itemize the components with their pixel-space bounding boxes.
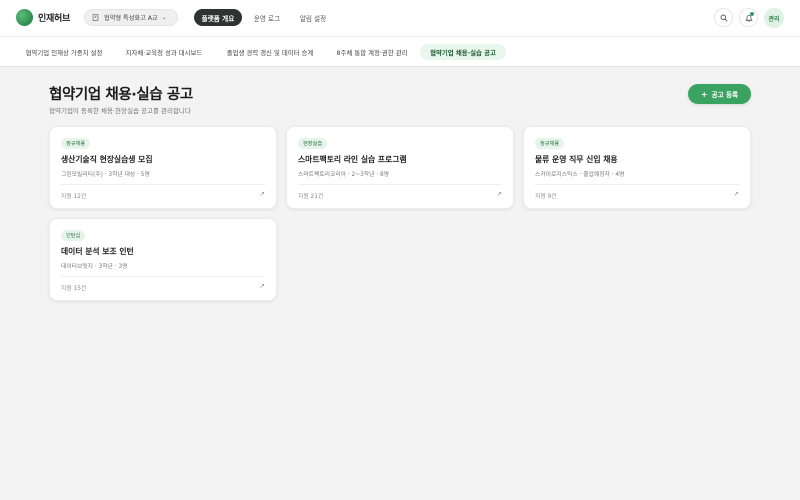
- school-select[interactable]: 협약형 특성화고 A교 ⌄: [84, 9, 178, 26]
- posting-title: 물류 운영 직무 신입 채용: [535, 155, 618, 164]
- search-icon: [720, 14, 728, 22]
- tab-graduate-career[interactable]: 졸업생 경력 갱신 및 데이터 승계: [218, 44, 322, 60]
- posting-card[interactable]: 인턴십 데이터 분석 보조 인턴 데이터브릿지 · 3학년 · 3명 지원 15…: [49, 218, 277, 301]
- plus-icon: +: [700, 89, 708, 99]
- nav-platform-overview[interactable]: 플랫폼 개요: [194, 9, 242, 26]
- add-posting-label: 공고 등록: [711, 91, 739, 99]
- tab-performance-dashboard[interactable]: 지자체·교육청 성과 대시보드: [118, 44, 210, 60]
- top-bar: 인재허브 협약형 특성화고 A교 ⌄ 플랫폼 개요 운영 로그 알림 설정 관리: [0, 0, 800, 36]
- posting-meta: 데이터브릿지 · 3학년 · 3명: [61, 264, 128, 270]
- school-select-value: 협약형 특성화고 A교: [104, 15, 158, 22]
- posting-type-badge: 인턴십: [61, 230, 86, 241]
- posting-type-badge: 현장실습: [298, 138, 328, 149]
- posting-title: 데이터 분석 보조 인턴: [61, 247, 134, 256]
- search-button[interactable]: [714, 8, 733, 27]
- posting-card[interactable]: 정규채용 물류 운영 직무 신입 채용 스카이로지스틱스 · 졸업예정자 · 4…: [523, 126, 751, 209]
- arrow-up-right-icon[interactable]: ↗: [734, 190, 739, 198]
- arrow-up-right-icon[interactable]: ↗: [260, 282, 265, 290]
- brand-logo-icon: [16, 9, 33, 26]
- posting-card[interactable]: 현장실습 스마트팩토리 라인 실습 프로그램 스마트팩토리코리아 · 2~3학년…: [286, 126, 514, 209]
- posting-type-badge: 정규채용: [535, 138, 565, 149]
- posting-meta: 스카이로지스틱스 · 졸업예정자 · 4명: [535, 172, 625, 178]
- applicant-count: 지원 9건: [535, 194, 557, 200]
- brand-name: 인재허브: [38, 14, 70, 24]
- page-subtitle: 협약기업이 등록한 채용·현장실습 공고를 관리합니다: [49, 107, 191, 115]
- notifications-button[interactable]: [739, 8, 758, 27]
- tab-account-permissions[interactable]: 8주체 통합 계정·권한 관리: [330, 44, 414, 60]
- nav-operation-log[interactable]: 운영 로그: [246, 9, 288, 26]
- page-title: 협약기업 채용·실습 공고: [49, 87, 193, 103]
- tab-job-postings[interactable]: 협약기업 채용·실습 공고: [420, 44, 506, 60]
- chevron-down-icon: ⌄: [161, 14, 167, 21]
- notification-dot: [750, 12, 754, 16]
- card-divider: [298, 184, 502, 185]
- applicant-count: 지원 12건: [61, 194, 87, 200]
- card-divider: [61, 276, 265, 277]
- posting-title: 스마트팩토리 라인 실습 프로그램: [298, 155, 407, 164]
- card-divider: [535, 184, 739, 185]
- sub-tabs: 협약기업 인재상 가중치 설정 지자체·교육청 성과 대시보드 졸업생 경력 갱…: [0, 36, 800, 67]
- tab-company-weighting[interactable]: 협약기업 인재상 가중치 설정: [16, 44, 112, 60]
- posting-title: 생산기술직 현장실습생 모집: [61, 155, 153, 164]
- nav-notification-settings[interactable]: 알림 설정: [292, 9, 334, 26]
- posting-meta: 그린모빌리티(주) · 3학년 대상 · 5명: [61, 172, 150, 178]
- posting-card[interactable]: 정규채용 생산기술직 현장실습생 모집 그린모빌리티(주) · 3학년 대상 ·…: [49, 126, 277, 209]
- applicant-count: 지원 21건: [298, 194, 324, 200]
- add-posting-button[interactable]: + 공고 등록: [688, 84, 751, 104]
- card-divider: [61, 184, 265, 185]
- arrow-up-right-icon[interactable]: ↗: [260, 190, 265, 198]
- brand[interactable]: 인재허브: [16, 9, 70, 26]
- arrow-up-right-icon[interactable]: ↗: [497, 190, 502, 198]
- posting-meta: 스마트팩토리코리아 · 2~3학년 · 8명: [298, 172, 389, 178]
- posting-type-badge: 정규채용: [61, 138, 91, 149]
- applicant-count: 지원 15건: [61, 286, 87, 292]
- admin-avatar-button[interactable]: 관리: [764, 8, 784, 28]
- building-icon: [92, 14, 99, 21]
